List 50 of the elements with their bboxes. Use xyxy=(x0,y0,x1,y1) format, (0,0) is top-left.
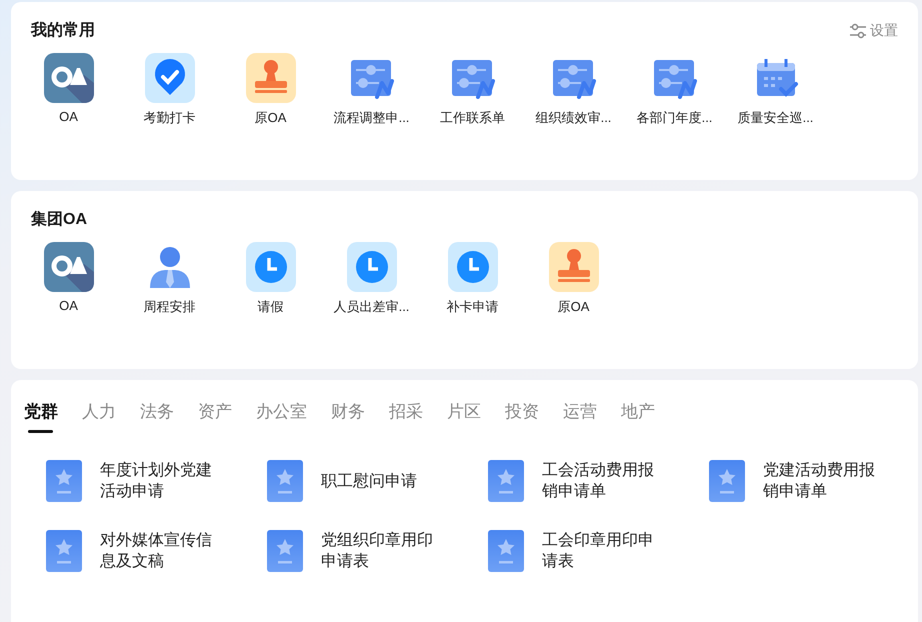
app-shortcut[interactable]: 周程安排 xyxy=(119,242,220,316)
app-shortcut[interactable]: 考勤打卡 xyxy=(119,53,220,127)
app-shortcut[interactable]: 流程调整申... xyxy=(321,53,422,127)
star-document-icon xyxy=(267,530,303,572)
stamp-icon xyxy=(246,53,296,103)
star-document-icon xyxy=(267,460,303,502)
category-tab[interactable]: 招采 xyxy=(389,400,423,437)
form-item[interactable]: 对外媒体宣传信息及文稿 xyxy=(46,527,267,575)
app-shortcut[interactable]: 各部门年度... xyxy=(624,53,725,127)
star-document-icon xyxy=(709,460,745,502)
category-tab[interactable]: 财务 xyxy=(331,400,365,437)
form-item[interactable]: 党组织印章用印申请表 xyxy=(267,527,488,575)
oa-logo-icon xyxy=(44,242,94,292)
category-tab[interactable]: 运营 xyxy=(563,400,597,437)
category-tab[interactable]: 党群 xyxy=(24,400,58,437)
category-tab[interactable]: 资产 xyxy=(198,400,232,437)
app-shortcut[interactable]: 工作联系单 xyxy=(422,53,523,127)
app-shortcut[interactable]: 原OA xyxy=(220,53,321,127)
star-document-icon xyxy=(46,530,82,572)
settings-icon xyxy=(849,22,867,38)
clock-icon xyxy=(346,242,396,292)
star-document-icon xyxy=(46,460,82,502)
star-document-icon xyxy=(488,530,524,572)
form-item[interactable]: 工会印章用印申请表 xyxy=(488,527,709,575)
app-shortcut[interactable]: 组织绩效审... xyxy=(523,53,624,127)
category-tab[interactable]: 片区 xyxy=(447,400,481,437)
clock-icon xyxy=(448,242,498,292)
section-title: 我的常用 xyxy=(31,20,95,41)
app-shortcut[interactable]: 补卡申请 xyxy=(422,242,523,316)
form-item[interactable]: 职工慰问申请 xyxy=(267,457,488,505)
app-shortcut[interactable]: 请假 xyxy=(220,242,321,316)
oa-logo-icon xyxy=(44,53,94,103)
category-tab[interactable]: 法务 xyxy=(140,400,174,437)
category-tab[interactable]: 办公室 xyxy=(256,400,307,437)
category-tab[interactable]: 地产 xyxy=(621,400,655,437)
clock-icon xyxy=(246,242,296,292)
stamp-icon xyxy=(548,242,598,292)
app-shortcut[interactable]: 原OA xyxy=(523,242,624,316)
category-tab[interactable]: 投资 xyxy=(505,400,539,437)
section-title: 集团OA xyxy=(31,210,87,230)
form-item[interactable]: 党建活动费用报销申请单 xyxy=(709,457,922,505)
category-tab[interactable]: 人力 xyxy=(82,400,116,437)
app-shortcut[interactable]: OA xyxy=(18,242,119,316)
form-item[interactable]: 年度计划外党建活动申请 xyxy=(46,457,267,505)
location-check-icon xyxy=(144,53,194,103)
form-item[interactable]: 工会活动费用报销申请单 xyxy=(488,457,709,505)
app-shortcut[interactable]: 质量安全巡... xyxy=(725,53,826,127)
app-shortcut[interactable]: OA xyxy=(18,53,119,127)
star-document-icon xyxy=(488,460,524,502)
app-shortcut[interactable]: 人员出差审... xyxy=(321,242,422,316)
